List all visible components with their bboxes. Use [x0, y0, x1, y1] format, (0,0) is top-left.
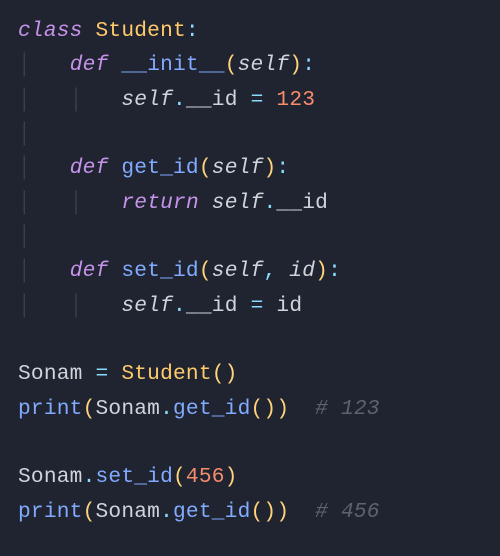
- param-self: self: [238, 53, 290, 77]
- keyword-return: return: [121, 191, 199, 215]
- method-get-id: get_id: [121, 156, 199, 180]
- code-line: │ │ return self.__id: [18, 191, 328, 215]
- indent-guide: │: [70, 88, 83, 112]
- method-init: __init__: [121, 53, 224, 77]
- print-call: print: [18, 500, 83, 524]
- code-editor[interactable]: class Student: │ def __init__(self): │ │…: [0, 0, 500, 543]
- indent-guide: │: [18, 259, 31, 283]
- param-self: self: [212, 156, 264, 180]
- var-sonam: Sonam: [96, 397, 161, 421]
- indent-guide: │: [18, 191, 31, 215]
- print-call: print: [18, 397, 83, 421]
- attr-id: __id: [186, 294, 238, 318]
- blank-line: │: [18, 122, 31, 146]
- attr-id: __id: [186, 88, 238, 112]
- blank-line: │: [18, 225, 31, 249]
- code-line: │ │ self.__id = 123: [18, 88, 315, 112]
- attr-id: __id: [276, 191, 328, 215]
- code-line: Sonam = Student(): [18, 362, 238, 386]
- param-self: self: [212, 259, 264, 283]
- keyword-def: def: [70, 259, 109, 283]
- param-id: id: [289, 259, 315, 283]
- self-ref: self: [121, 88, 173, 112]
- self-ref: self: [212, 191, 264, 215]
- class-call: Student: [121, 362, 211, 386]
- comment-456: # 456: [315, 500, 380, 524]
- indent-guide: │: [70, 294, 83, 318]
- var-id: id: [276, 294, 302, 318]
- keyword-def: def: [70, 53, 109, 77]
- indent-guide: │: [18, 294, 31, 318]
- indent-guide: │: [18, 156, 31, 180]
- indent-guide: │: [18, 88, 31, 112]
- method-call-set-id: set_id: [96, 465, 174, 489]
- indent-guide: │: [18, 53, 31, 77]
- literal-456: 456: [186, 465, 225, 489]
- var-sonam: Sonam: [18, 465, 83, 489]
- code-line: │ def get_id(self):: [18, 156, 289, 180]
- blank-line: [18, 328, 31, 352]
- method-call-get-id: get_id: [173, 500, 251, 524]
- self-ref: self: [121, 294, 173, 318]
- literal-123: 123: [276, 88, 315, 112]
- equals-op: =: [251, 88, 264, 112]
- indent-guide: │: [18, 122, 31, 146]
- indent-guide: │: [70, 191, 83, 215]
- method-set-id: set_id: [121, 259, 199, 283]
- comment-123: # 123: [315, 397, 380, 421]
- blank-line: [18, 431, 31, 455]
- code-line: Sonam.set_id(456): [18, 465, 238, 489]
- code-line: print(Sonam.get_id()) # 456: [18, 500, 380, 524]
- indent-guide: │: [18, 225, 31, 249]
- code-line: │ │ self.__id = id: [18, 294, 302, 318]
- code-line: class Student:: [18, 19, 199, 43]
- keyword-def: def: [70, 156, 109, 180]
- code-line: print(Sonam.get_id()) # 123: [18, 397, 380, 421]
- var-sonam: Sonam: [96, 500, 161, 524]
- keyword-class: class: [18, 19, 83, 43]
- var-sonam: Sonam: [18, 362, 83, 386]
- equals-op: =: [251, 294, 264, 318]
- method-call-get-id: get_id: [173, 397, 251, 421]
- equals-op: =: [96, 362, 109, 386]
- class-name: Student: [96, 19, 186, 43]
- code-line: │ def set_id(self, id):: [18, 259, 341, 283]
- code-line: │ def __init__(self):: [18, 53, 315, 77]
